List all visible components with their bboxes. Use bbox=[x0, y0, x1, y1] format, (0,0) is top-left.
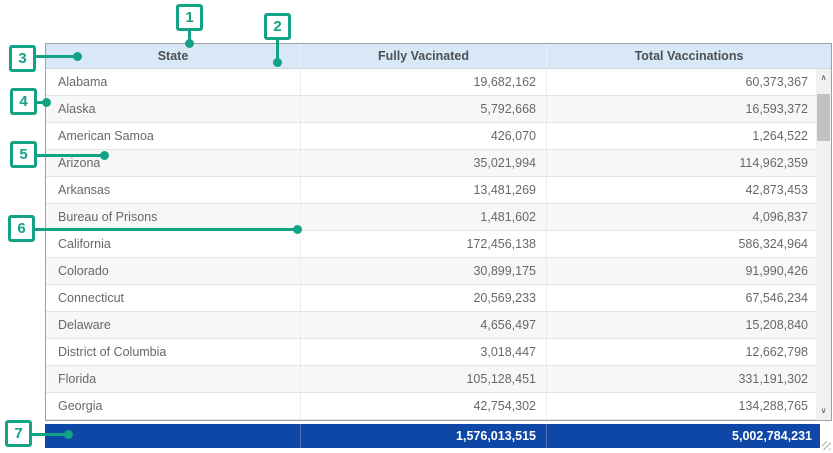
callout-number: 4 bbox=[19, 93, 27, 110]
fully-vaccinated-cell: 30,899,175 bbox=[301, 258, 547, 284]
fully-vaccinated-cell: 4,656,497 bbox=[301, 312, 547, 338]
table-body: Alabama 19,682,162 60,373,367 Alaska 5,7… bbox=[46, 69, 831, 420]
fully-vaccinated-cell: 1,481,602 bbox=[301, 204, 547, 230]
total-vaccinations-cell: 67,546,234 bbox=[547, 285, 816, 311]
total-vaccinations-cell: 16,593,372 bbox=[547, 96, 816, 122]
table-row[interactable]: Arkansas 13,481,269 42,873,453 bbox=[46, 177, 816, 204]
header-state[interactable]: State bbox=[46, 44, 301, 68]
callout-number: 7 bbox=[14, 425, 22, 442]
table-row[interactable]: Connecticut 20,569,233 67,546,234 bbox=[46, 285, 816, 312]
callout-dot bbox=[185, 39, 194, 48]
callout-dot bbox=[293, 225, 302, 234]
callout-dot bbox=[100, 151, 109, 160]
table-row[interactable]: Delaware 4,656,497 15,208,840 bbox=[46, 312, 816, 339]
fully-vaccinated-cell: 5,792,668 bbox=[301, 96, 547, 122]
callout-dot bbox=[64, 430, 73, 439]
fully-vaccinated-cell: 426,070 bbox=[301, 123, 547, 149]
callout-line bbox=[32, 433, 68, 436]
total-vaccinations-cell: 586,324,964 bbox=[547, 231, 816, 257]
table-row[interactable]: Florida 105,128,451 331,191,302 bbox=[46, 366, 816, 393]
callout-line bbox=[35, 228, 297, 231]
total-vaccinations-cell: 60,373,367 bbox=[547, 69, 816, 95]
vaccinations-table: State Fully Vacinated Total Vaccinations… bbox=[45, 43, 832, 421]
total-vaccinations-cell: 331,191,302 bbox=[547, 366, 816, 392]
callout-line bbox=[37, 154, 104, 157]
table-row[interactable]: Arizona 35,021,994 114,962,359 bbox=[46, 150, 816, 177]
callout-number: 3 bbox=[18, 50, 26, 67]
callout-3: 3 bbox=[9, 45, 36, 72]
scroll-down-button[interactable]: ∨ bbox=[816, 403, 831, 419]
table-row[interactable]: Alaska 5,792,668 16,593,372 bbox=[46, 96, 816, 123]
table-row[interactable]: California 172,456,138 586,324,964 bbox=[46, 231, 816, 258]
state-cell: District of Columbia bbox=[46, 339, 301, 365]
state-cell: Colorado bbox=[46, 258, 301, 284]
state-cell: Alaska bbox=[46, 96, 301, 122]
state-cell: Connecticut bbox=[46, 285, 301, 311]
callout-6: 6 bbox=[8, 215, 35, 242]
state-cell: California bbox=[46, 231, 301, 257]
header-fully-vaccinated[interactable]: Fully Vacinated bbox=[301, 44, 547, 68]
table-header-row: State Fully Vacinated Total Vaccinations bbox=[46, 44, 831, 69]
summary-row: 1,576,013,515 5,002,784,231 bbox=[45, 424, 820, 448]
state-cell: Florida bbox=[46, 366, 301, 392]
callout-number: 5 bbox=[19, 146, 27, 163]
total-vaccinations-cell: 42,873,453 bbox=[547, 177, 816, 203]
callout-number: 1 bbox=[185, 9, 193, 26]
scroll-up-button[interactable]: ∧ bbox=[816, 70, 831, 86]
callout-5: 5 bbox=[10, 141, 37, 168]
callout-line bbox=[36, 55, 77, 58]
summary-fully-value: 1,576,013,515 bbox=[301, 424, 547, 448]
fully-vaccinated-cell: 172,456,138 bbox=[301, 231, 547, 257]
table-row[interactable]: American Samoa 426,070 1,264,522 bbox=[46, 123, 816, 150]
callout-number: 2 bbox=[273, 18, 281, 35]
chevron-up-icon: ∧ bbox=[821, 74, 827, 82]
callout-1: 1 bbox=[176, 4, 203, 31]
table-row[interactable]: Colorado 30,899,175 91,990,426 bbox=[46, 258, 816, 285]
state-cell: Alabama bbox=[46, 69, 301, 95]
vertical-scrollbar[interactable]: ∧ ∨ bbox=[816, 69, 831, 420]
state-cell: Georgia bbox=[46, 393, 301, 419]
fully-vaccinated-cell: 20,569,233 bbox=[301, 285, 547, 311]
table-row[interactable]: Georgia 42,754,302 134,288,765 bbox=[46, 393, 816, 420]
chevron-down-icon: ∨ bbox=[821, 407, 827, 415]
state-cell: Arkansas bbox=[46, 177, 301, 203]
table-row[interactable]: District of Columbia 3,018,447 12,662,79… bbox=[46, 339, 816, 366]
fully-vaccinated-cell: 35,021,994 bbox=[301, 150, 547, 176]
table-row[interactable]: Bureau of Prisons 1,481,602 4,096,837 bbox=[46, 204, 816, 231]
total-vaccinations-cell: 1,264,522 bbox=[547, 123, 816, 149]
callout-dot bbox=[42, 98, 51, 107]
total-vaccinations-cell: 91,990,426 bbox=[547, 258, 816, 284]
total-vaccinations-cell: 114,962,359 bbox=[547, 150, 816, 176]
callout-number: 6 bbox=[17, 220, 25, 237]
table-row[interactable]: Alabama 19,682,162 60,373,367 bbox=[46, 69, 816, 96]
resize-grip-icon[interactable] bbox=[822, 441, 831, 450]
summary-state-cell bbox=[45, 424, 301, 448]
fully-vaccinated-cell: 19,682,162 bbox=[301, 69, 547, 95]
state-cell: Bureau of Prisons bbox=[46, 204, 301, 230]
callout-7: 7 bbox=[5, 420, 32, 447]
dashboard-table-screenshot: State Fully Vacinated Total Vaccinations… bbox=[0, 0, 833, 453]
callout-2: 2 bbox=[264, 13, 291, 40]
summary-total-value: 5,002,784,231 bbox=[547, 424, 820, 448]
total-vaccinations-cell: 12,662,798 bbox=[547, 339, 816, 365]
fully-vaccinated-cell: 105,128,451 bbox=[301, 366, 547, 392]
state-cell: Delaware bbox=[46, 312, 301, 338]
callout-dot bbox=[73, 52, 82, 61]
callout-4: 4 bbox=[10, 88, 37, 115]
total-vaccinations-cell: 4,096,837 bbox=[547, 204, 816, 230]
total-vaccinations-cell: 15,208,840 bbox=[547, 312, 816, 338]
fully-vaccinated-cell: 13,481,269 bbox=[301, 177, 547, 203]
callout-dot bbox=[273, 58, 282, 67]
total-vaccinations-cell: 134,288,765 bbox=[547, 393, 816, 419]
fully-vaccinated-cell: 3,018,447 bbox=[301, 339, 547, 365]
fully-vaccinated-cell: 42,754,302 bbox=[301, 393, 547, 419]
header-total-vaccinations[interactable]: Total Vaccinations bbox=[547, 44, 831, 68]
state-cell: American Samoa bbox=[46, 123, 301, 149]
scrollbar-thumb[interactable] bbox=[817, 94, 830, 141]
